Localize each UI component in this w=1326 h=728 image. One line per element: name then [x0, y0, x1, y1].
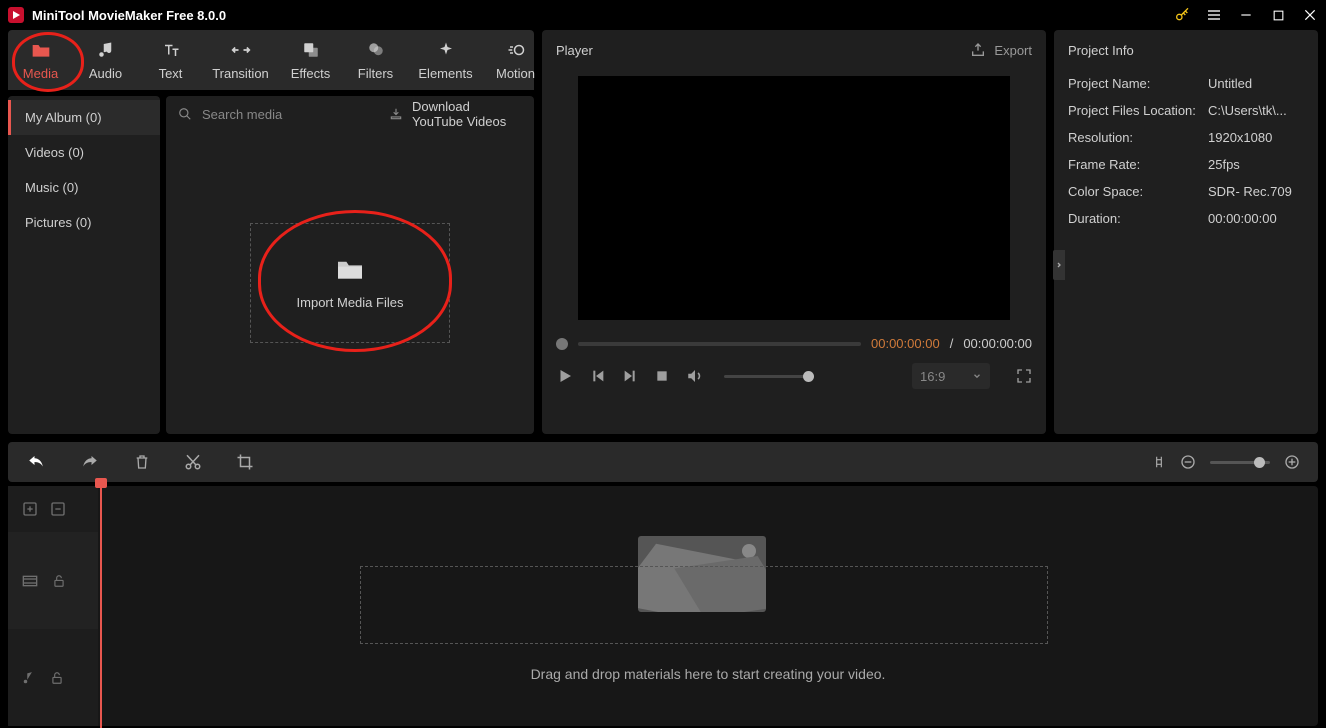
- info-val-duration: 00:00:00:00: [1208, 211, 1277, 226]
- category-my-album[interactable]: My Album (0): [8, 100, 160, 135]
- aspect-ratio-select[interactable]: 16:9: [912, 363, 990, 389]
- search-input[interactable]: [200, 106, 380, 123]
- seek-track[interactable]: [578, 342, 861, 346]
- tab-media-label: Media: [23, 66, 58, 81]
- info-key-location: Project Files Location:: [1068, 103, 1208, 118]
- crop-button[interactable]: [236, 453, 254, 471]
- info-val-resolution: 1920x1080: [1208, 130, 1272, 145]
- zoom-slider[interactable]: [1210, 461, 1270, 464]
- app-logo: [8, 7, 24, 23]
- motion-icon: [506, 40, 526, 60]
- tab-filters-label: Filters: [358, 66, 393, 81]
- collapse-panel-button[interactable]: [1053, 250, 1065, 280]
- audio-track-icon: [22, 670, 36, 686]
- tab-transition[interactable]: Transition: [203, 36, 278, 84]
- info-key-colorspace: Color Space:: [1068, 184, 1208, 199]
- snap-button[interactable]: [1152, 454, 1166, 470]
- download-youtube-button[interactable]: Download YouTube Videos: [388, 99, 522, 129]
- tab-motion[interactable]: Motion: [483, 36, 548, 84]
- tab-media[interactable]: Media: [8, 36, 73, 84]
- music-note-icon: [96, 40, 116, 60]
- remove-track-button[interactable]: [50, 501, 66, 517]
- tab-effects-label: Effects: [291, 66, 331, 81]
- undo-button[interactable]: [26, 453, 46, 471]
- tab-text[interactable]: Text: [138, 36, 203, 84]
- effects-icon: [301, 40, 321, 60]
- key-icon[interactable]: [1174, 7, 1190, 23]
- tab-elements[interactable]: Elements: [408, 36, 483, 84]
- category-pictures[interactable]: Pictures (0): [8, 205, 160, 240]
- tab-effects[interactable]: Effects: [278, 36, 343, 84]
- import-media-label: Import Media Files: [297, 295, 404, 310]
- app-title: MiniTool MovieMaker Free 8.0.0: [32, 8, 226, 23]
- stop-button[interactable]: [654, 368, 670, 384]
- download-icon: [388, 107, 404, 121]
- export-button[interactable]: Export: [970, 42, 1032, 58]
- folder-icon: [31, 40, 51, 60]
- text-icon: [161, 40, 181, 60]
- add-track-button[interactable]: [22, 501, 38, 517]
- zoom-in-button[interactable]: [1284, 454, 1300, 470]
- tab-transition-label: Transition: [212, 66, 269, 81]
- chevron-down-icon: [972, 371, 982, 381]
- volume-button[interactable]: [686, 367, 704, 385]
- redo-button[interactable]: [80, 453, 100, 471]
- info-key-name: Project Name:: [1068, 76, 1208, 91]
- volume-slider[interactable]: [724, 375, 814, 378]
- info-key-duration: Duration:: [1068, 211, 1208, 226]
- tab-audio[interactable]: Audio: [73, 36, 138, 84]
- video-track-icon: [22, 574, 38, 588]
- menu-icon[interactable]: [1206, 7, 1222, 23]
- category-list: My Album (0) Videos (0) Music (0) Pictur…: [8, 96, 160, 434]
- info-val-colorspace: SDR- Rec.709: [1208, 184, 1292, 199]
- timeline-canvas[interactable]: Drag and drop materials here to start cr…: [98, 486, 1318, 726]
- play-button[interactable]: [556, 367, 574, 385]
- search-icon: [178, 107, 192, 121]
- delete-button[interactable]: [134, 453, 150, 471]
- tab-motion-label: Motion: [496, 66, 535, 81]
- minimize-icon[interactable]: [1238, 7, 1254, 23]
- prev-frame-button[interactable]: [590, 368, 606, 384]
- fullscreen-button[interactable]: [1016, 368, 1032, 384]
- tab-filters[interactable]: Filters: [343, 36, 408, 84]
- info-val-location: C:\Users\tk\...: [1208, 103, 1287, 118]
- player-title: Player: [556, 43, 593, 58]
- module-tabbar: Media Audio Text Transition Effects Filt…: [8, 30, 534, 90]
- timeline-drop-zone[interactable]: [360, 566, 1048, 644]
- category-videos[interactable]: Videos (0): [8, 135, 160, 170]
- zoom-out-button[interactable]: [1180, 454, 1196, 470]
- seek-handle[interactable]: [556, 338, 568, 350]
- download-youtube-label: Download YouTube Videos: [412, 99, 522, 129]
- lock-video-track-button[interactable]: [52, 573, 66, 589]
- maximize-icon[interactable]: [1270, 7, 1286, 23]
- transition-icon: [231, 40, 251, 60]
- next-frame-button[interactable]: [622, 368, 638, 384]
- import-media-button[interactable]: Import Media Files: [250, 223, 450, 343]
- lock-audio-track-button[interactable]: [50, 670, 64, 686]
- video-preview: [578, 76, 1010, 320]
- export-label: Export: [994, 43, 1032, 58]
- tab-elements-label: Elements: [418, 66, 472, 81]
- tab-audio-label: Audio: [89, 66, 122, 81]
- filters-icon: [366, 40, 386, 60]
- folder-open-icon: [335, 257, 365, 281]
- timecode-current: 00:00:00:00: [871, 336, 940, 351]
- export-icon: [970, 42, 986, 58]
- info-key-resolution: Resolution:: [1068, 130, 1208, 145]
- close-icon[interactable]: [1302, 7, 1318, 23]
- playhead[interactable]: [100, 480, 102, 728]
- info-val-name: Untitled: [1208, 76, 1252, 91]
- info-key-fps: Frame Rate:: [1068, 157, 1208, 172]
- timecode-total: 00:00:00:00: [963, 336, 1032, 351]
- project-info-title: Project Info: [1068, 43, 1134, 58]
- cut-button[interactable]: [184, 453, 202, 471]
- sparkle-icon: [436, 40, 456, 60]
- timeline-hint: Drag and drop materials here to start cr…: [98, 666, 1318, 682]
- category-music[interactable]: Music (0): [8, 170, 160, 205]
- aspect-ratio-value: 16:9: [920, 369, 945, 384]
- tab-text-label: Text: [159, 66, 183, 81]
- info-val-fps: 25fps: [1208, 157, 1240, 172]
